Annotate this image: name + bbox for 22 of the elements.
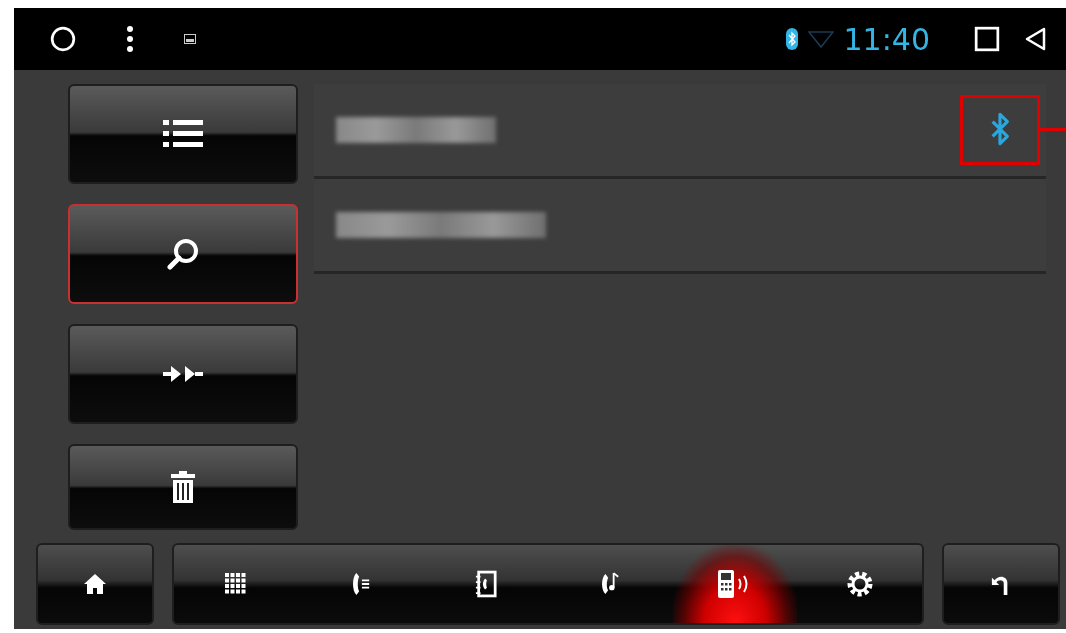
image-icon: [184, 34, 196, 44]
address-book-icon: [474, 570, 497, 598]
settings-icon: [845, 570, 874, 598]
leader-line: [1040, 128, 1066, 131]
delete-button[interactable]: [68, 444, 298, 530]
list-button[interactable]: [68, 84, 298, 184]
back-triangle-icon[interactable]: [1024, 26, 1048, 52]
home-icon: [83, 572, 107, 596]
clock-time: 11:40: [843, 21, 930, 57]
handset-list-icon: [351, 571, 371, 597]
home-button[interactable]: [36, 543, 154, 625]
search-button[interactable]: [68, 204, 298, 304]
dialpad-icon: [225, 573, 248, 595]
wifi-icon: [807, 30, 834, 48]
connect-button[interactable]: [68, 324, 298, 424]
circle-icon[interactable]: [50, 26, 76, 52]
plug-icon: [163, 363, 203, 385]
search-icon: [167, 238, 199, 270]
menu-icon[interactable]: [126, 25, 134, 53]
list-icon: [163, 119, 203, 149]
trash-icon: [170, 470, 196, 504]
recent-apps-icon[interactable]: [974, 26, 1000, 52]
